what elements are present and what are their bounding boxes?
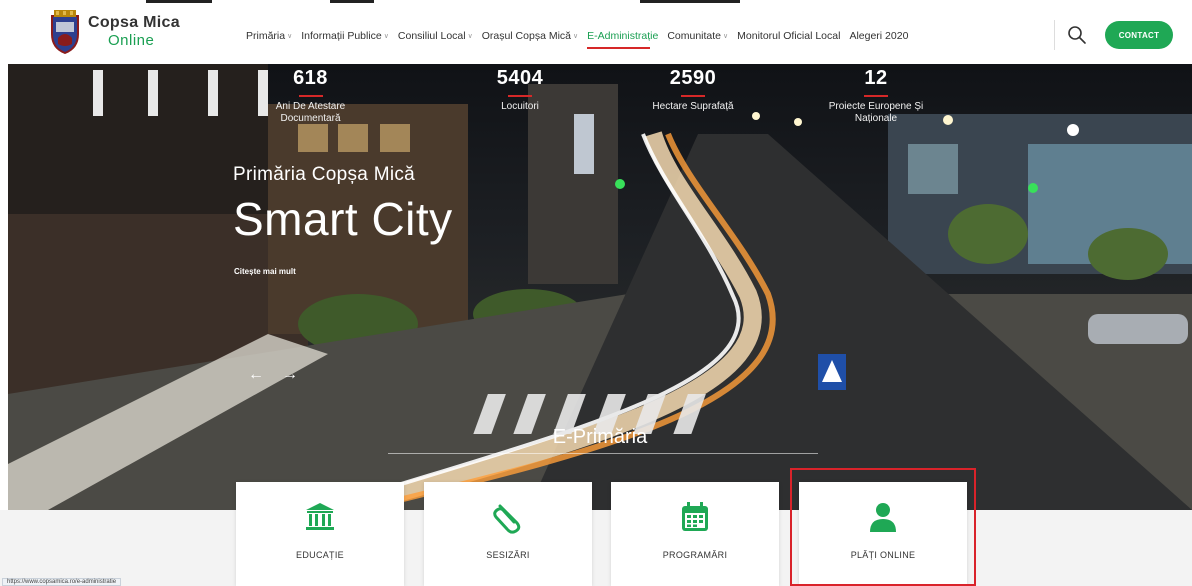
stat-projects: 12 Proiecte Europene Și Naționale	[816, 67, 936, 125]
nav-item-4[interactable]: E-Administrație	[587, 30, 659, 49]
stat-value: 12	[864, 67, 888, 89]
stat-label: Ani De Atestare Documentară	[275, 101, 346, 124]
stat-label: Locuitori	[501, 101, 539, 112]
top-strip-line	[640, 0, 740, 3]
nav-item-2[interactable]: Consiliul Local ∨	[398, 30, 473, 42]
main-nav: Primăria ∨ Informații Publice ∨ Consiliul Lo…	[246, 26, 917, 49]
arrow-left-icon[interactable]: ←	[248, 366, 264, 384]
search-icon[interactable]	[1066, 24, 1088, 46]
nav-item-label: Primăria	[246, 30, 286, 42]
nav-item-label: Alegeri 2020	[849, 30, 909, 42]
paperclip-icon	[493, 504, 521, 534]
stat-divider	[508, 95, 532, 97]
chevron-down-icon: ∨	[467, 33, 473, 40]
nav-item-1[interactable]: Informații Publice ∨	[301, 30, 389, 42]
chevron-down-icon: ∨	[723, 33, 729, 40]
stat-value: 5404	[496, 67, 544, 89]
top-strip-line	[146, 0, 212, 3]
institution-icon	[306, 503, 334, 530]
stat-value: 2590	[669, 67, 717, 89]
stat-divider	[298, 95, 323, 97]
header-divider	[1054, 20, 1055, 50]
stat-area: 2590 Hectare Suprafață	[638, 67, 748, 113]
stat-years: 618 Ani De Atestare Documentară	[263, 67, 358, 125]
service-card-education[interactable]: EDUCAȚIE	[236, 482, 404, 586]
nav-item-0[interactable]: Primăria ∨	[246, 30, 292, 42]
coat-of-arms-icon	[51, 10, 79, 54]
stat-divider	[681, 95, 705, 97]
nav-item-5[interactable]: Comunitate ∨	[667, 30, 728, 42]
service-card-complaints[interactable]: SESIZĂRI	[424, 482, 592, 586]
section-divider	[388, 453, 818, 454]
nav-item-7[interactable]: Alegeri 2020	[849, 30, 908, 42]
hero-subtitle: Primăria Copșa Mică	[233, 164, 416, 185]
nav-item-3[interactable]: Orașul Copșa Mică ∨	[482, 30, 578, 42]
site-subtitle: Online	[108, 32, 155, 49]
calendar-icon	[682, 502, 708, 531]
stat-label: Proiecte Europene Și Naționale	[828, 101, 924, 124]
stat-population: 5404 Locuitori	[475, 67, 565, 113]
nav-item-label: Consiliul Local	[397, 30, 466, 42]
chevron-down-icon: ∨	[287, 33, 293, 40]
contact-button[interactable]: CONTACT	[1105, 21, 1173, 49]
nav-item-label: Informații Publice	[301, 30, 382, 42]
chevron-down-icon: ∨	[573, 33, 579, 40]
site-header: Copsa Mica Online Primăria ∨ Informații Pu…	[0, 8, 1192, 64]
highlight-box	[790, 468, 976, 586]
hero-title: Smart City	[233, 193, 453, 245]
site-name: Copsa Mica	[88, 14, 180, 31]
nav-item-6[interactable]: Monitorul Oficial Local	[737, 30, 840, 42]
nav-item-label: Orașul Copșa Mică	[481, 30, 571, 42]
stat-divider	[864, 95, 888, 97]
nav-item-label: Comunitate	[667, 30, 722, 42]
services-background	[0, 510, 1192, 586]
stat-value: 618	[293, 67, 328, 89]
chevron-down-icon: ∨	[383, 33, 389, 40]
section-title: E-Primăria	[552, 426, 648, 448]
hero-slider: 618 Ani De Atestare Documentară 5404 Loc…	[8, 64, 1192, 510]
stat-label: Hectare Suprafață	[652, 101, 734, 112]
status-bar-url: https://www.copsamica.ro/e-administratie	[2, 578, 122, 586]
service-card-appointments[interactable]: PROGRAMĂRI	[611, 482, 779, 586]
service-card-label: PROGRAMĂRI	[662, 550, 728, 560]
top-strip-line	[330, 0, 374, 3]
nav-item-label: E-Administrație	[587, 30, 659, 42]
nav-item-label: Monitorul Oficial Local	[737, 30, 841, 42]
read-more-link[interactable]: Citește mai mult	[234, 267, 296, 276]
service-card-label: EDUCAȚIE	[296, 550, 344, 560]
arrow-right-icon[interactable]: →	[282, 366, 298, 384]
top-strip	[0, 0, 1192, 8]
site-logo[interactable]: Copsa Mica Online	[48, 10, 180, 54]
service-card-label: SESIZĂRI	[486, 550, 530, 560]
